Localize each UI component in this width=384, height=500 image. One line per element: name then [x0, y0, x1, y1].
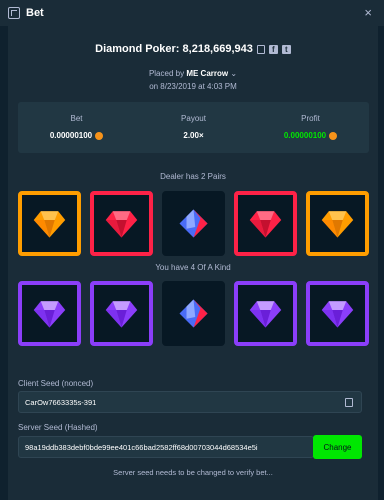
user-link[interactable]: ME Carrow [186, 69, 228, 78]
bet-details-panel: Diamond Poker: 8,218,669,943 f t Placed … [8, 26, 378, 500]
bet-icon [8, 7, 20, 19]
purple-gem-icon [321, 301, 354, 328]
bet-stat: Bet 0.00000100 [18, 102, 135, 153]
dealer-hand-label: Dealer has 2 Pairs [160, 172, 226, 181]
copy-icon[interactable] [256, 44, 265, 54]
payout-value: 2.00× [183, 131, 204, 140]
verify-note: Server seed needs to be changed to verif… [113, 468, 273, 477]
btc-coin-icon [329, 131, 338, 140]
copy-icon[interactable] [345, 398, 353, 407]
purple-gem-icon [105, 301, 138, 328]
btc-coin-icon [95, 131, 104, 140]
game-title: Diamond Poker: 8,218,669,943 [95, 43, 253, 55]
dealer-hand [18, 191, 369, 256]
window-header: Bet × [0, 0, 384, 26]
close-icon[interactable]: × [364, 5, 372, 20]
game-title-row: Diamond Poker: 8,218,669,943 f t [8, 43, 378, 55]
orange-gem-icon [321, 211, 354, 238]
placed-by-prefix: Placed by [148, 69, 185, 78]
twitter-icon[interactable]: t [281, 44, 291, 54]
dealer-card [306, 191, 369, 256]
server-seed-field[interactable]: 98a19ddb383debf0bde99ee401c66bad2582ff68… [18, 436, 314, 458]
bet-value-row: 0.00000100 [18, 131, 135, 140]
facebook-icon[interactable]: f [268, 44, 278, 54]
placed-date: on 8/23/2019 at 4:03 PM [149, 82, 237, 91]
player-card [162, 281, 225, 346]
window-title: Bet [26, 7, 44, 19]
orange-gem-icon [33, 211, 66, 238]
player-hand-label: You have 4 Of A Kind [155, 263, 231, 272]
client-seed-value: CarOw7663335s-391 [25, 397, 97, 407]
profit-label: Profit [301, 114, 320, 123]
profit-value-row: 0.00000100 [252, 131, 369, 140]
profit-stat: Profit 0.00000100 [252, 102, 369, 153]
payout-stat: Payout 2.00× [135, 102, 252, 153]
payout-label: Payout [181, 114, 206, 123]
profit-value: 0.00000100 [283, 131, 327, 140]
purple-gem-icon [249, 301, 282, 328]
server-seed-label: Server Seed (Hashed) [18, 423, 98, 432]
bet-stats: Bet 0.00000100 Payout 2.00× Profit 0.000… [18, 102, 369, 153]
red-gem-icon [105, 211, 138, 238]
client-seed-field[interactable]: CarOw7663335s-391 [18, 391, 362, 413]
blue-red-gem-icon [179, 299, 208, 328]
purple-gem-icon [33, 301, 66, 328]
dealer-card [162, 191, 225, 256]
player-hand [18, 281, 369, 346]
player-card [234, 281, 297, 346]
player-card [90, 281, 153, 346]
dealer-card [90, 191, 153, 256]
bet-value: 0.00000100 [49, 131, 93, 140]
dealer-card [234, 191, 297, 256]
player-card [306, 281, 369, 346]
placed-by: Placed by ME Carrow ⌄ [8, 69, 378, 78]
blue-red-gem-icon [179, 209, 208, 238]
chevron-down-icon[interactable]: ⌄ [230, 69, 237, 78]
client-seed-label: Client Seed (nonced) [18, 379, 94, 388]
server-seed-value: 98a19ddb383debf0bde99ee401c66bad2582ff68… [25, 442, 258, 452]
dealer-card [18, 191, 81, 256]
player-card [18, 281, 81, 346]
red-gem-icon [249, 211, 282, 238]
bet-label: Bet [70, 114, 83, 123]
change-seed-button[interactable]: Change [313, 435, 362, 459]
